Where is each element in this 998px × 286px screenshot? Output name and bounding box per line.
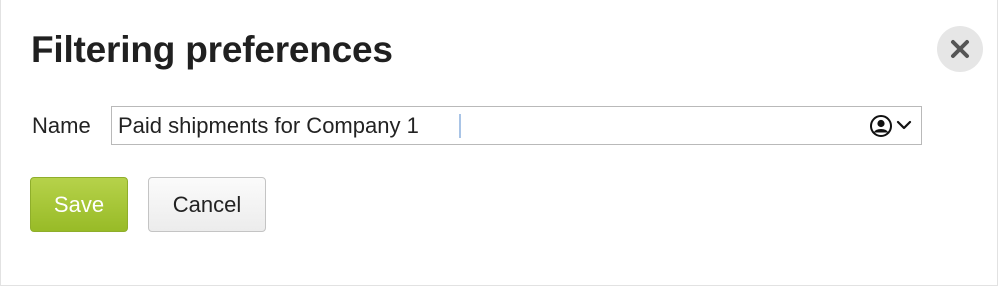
user-circle-icon xyxy=(870,115,892,137)
name-input[interactable] xyxy=(118,107,858,144)
save-button[interactable]: Save xyxy=(30,177,128,232)
dialog-title: Filtering preferences xyxy=(31,29,393,70)
name-field[interactable] xyxy=(111,106,922,145)
close-icon xyxy=(951,40,969,58)
close-button[interactable] xyxy=(937,26,983,72)
filtering-preferences-dialog: Filtering preferences Name Save Cancel xyxy=(0,0,998,286)
owner-dropdown[interactable] xyxy=(869,113,919,139)
text-caret xyxy=(459,114,461,138)
chevron-down-icon xyxy=(896,120,912,130)
cancel-button[interactable]: Cancel xyxy=(148,177,266,232)
name-label: Name xyxy=(32,113,91,138)
